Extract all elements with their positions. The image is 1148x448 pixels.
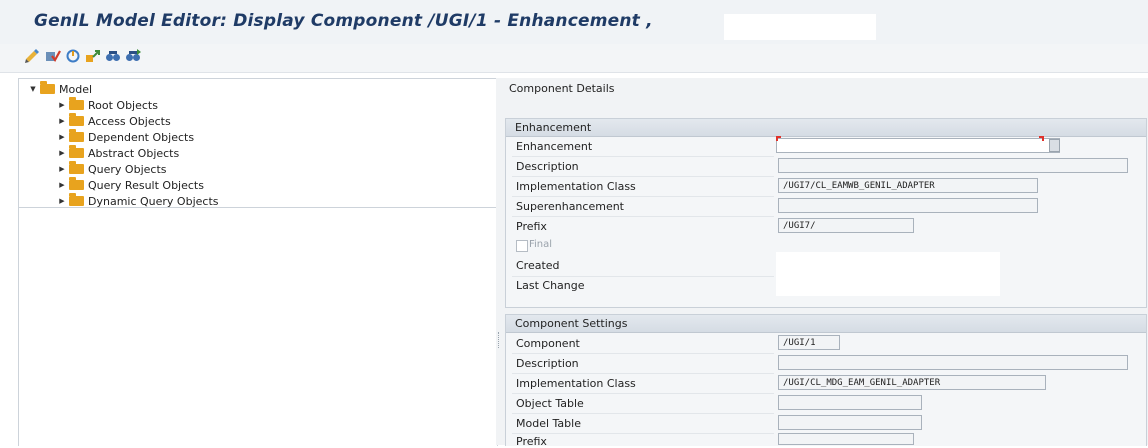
tree-node-label: Model — [59, 82, 93, 96]
collapsed-arrow-icon[interactable]: ▶ — [57, 133, 67, 141]
activate-icon[interactable] — [65, 48, 81, 64]
row-separator — [512, 176, 774, 177]
superenhancement-field[interactable] — [778, 198, 1038, 213]
tree-node-query-objects[interactable]: ▶ Query Objects — [57, 161, 166, 177]
group-title: Enhancement — [506, 119, 1146, 137]
prefix-field[interactable]: /UGI7/ — [778, 218, 914, 233]
folder-icon — [40, 81, 55, 94]
implementation-class-label: Implementation Class — [516, 180, 636, 193]
model-table-field[interactable] — [778, 415, 922, 430]
tree-node-label: Query Objects — [88, 162, 167, 176]
where-used-icon[interactable] — [85, 48, 101, 64]
enhancement-field[interactable] — [776, 138, 1060, 153]
description-label: Description — [516, 160, 579, 173]
tree-node-query-result-objects[interactable]: ▶ Query Result Objects — [57, 177, 204, 193]
check-icon[interactable] — [45, 48, 61, 64]
collapsed-arrow-icon[interactable]: ▶ — [57, 149, 67, 157]
title-redaction — [724, 14, 876, 40]
title-bar: GenIL Model Editor: Display Component /U… — [0, 0, 1148, 44]
settings-description-label: Description — [516, 357, 579, 370]
last-change-label: Last Change — [516, 279, 585, 292]
application-toolbar — [0, 44, 1148, 73]
folder-icon — [69, 177, 84, 190]
value-help-icon[interactable] — [1049, 139, 1060, 152]
collapsed-arrow-icon[interactable]: ▶ — [57, 101, 67, 109]
object-table-field[interactable] — [778, 395, 922, 410]
created-info-redaction — [776, 252, 1000, 296]
tree-node-label: Abstract Objects — [88, 146, 180, 160]
collapsed-arrow-icon[interactable]: ▶ — [57, 197, 67, 205]
component-label: Component — [516, 337, 580, 350]
tree-node-label: Dynamic Query Objects — [88, 194, 219, 208]
settings-implementation-class-field[interactable]: /UGI/CL_MDG_EAM_GENIL_ADAPTER — [778, 375, 1046, 390]
tree-node-root-objects[interactable]: ▶ Root Objects — [57, 97, 158, 113]
display-change-icon[interactable] — [25, 48, 41, 64]
row-separator — [512, 216, 774, 217]
row-separator — [512, 156, 774, 157]
row-separator — [512, 373, 774, 374]
row-separator — [512, 393, 774, 394]
created-label: Created — [516, 259, 560, 272]
required-marker — [1039, 136, 1044, 141]
settings-description-field[interactable] — [778, 355, 1128, 370]
model-tree: ▼ Model ▶ Root Objects ▶ Access Objects … — [19, 79, 497, 208]
row-separator — [512, 353, 774, 354]
find-icon[interactable] — [105, 48, 121, 64]
tree-node-dependent-objects[interactable]: ▶ Dependent Objects — [57, 129, 194, 145]
prefix-label: Prefix — [516, 220, 547, 233]
row-separator — [512, 276, 774, 277]
tree-node-label: Query Result Objects — [88, 178, 204, 192]
tree-node-abstract-objects[interactable]: ▶ Abstract Objects — [57, 145, 179, 161]
final-label: Final — [529, 239, 553, 250]
folder-icon — [69, 193, 84, 206]
tree-node-access-objects[interactable]: ▶ Access Objects — [57, 113, 171, 129]
settings-implementation-class-label: Implementation Class — [516, 377, 636, 390]
folder-icon — [69, 129, 84, 142]
tree-node-model[interactable]: ▼ Model — [28, 81, 92, 97]
tree-node-label: Access Objects — [88, 114, 171, 128]
tree-node-label: Dependent Objects — [88, 130, 195, 144]
model-tree-pane: ▼ Model ▶ Root Objects ▶ Access Objects … — [18, 78, 498, 446]
object-table-label: Object Table — [516, 397, 584, 410]
find-next-icon[interactable] — [125, 48, 141, 64]
implementation-class-field[interactable]: /UGI7/CL_EAMWB_GENIL_ADAPTER — [778, 178, 1038, 193]
required-marker — [776, 136, 781, 141]
collapsed-arrow-icon[interactable]: ▶ — [57, 165, 67, 173]
splitter-grip[interactable] — [498, 332, 501, 348]
tree-node-label: Root Objects — [88, 98, 158, 112]
folder-icon — [69, 113, 84, 126]
component-field[interactable]: /UGI/1 — [778, 335, 840, 350]
row-separator — [512, 196, 774, 197]
pane-splitter[interactable] — [496, 78, 504, 445]
collapsed-arrow-icon[interactable]: ▶ — [57, 117, 67, 125]
row-separator — [512, 413, 774, 414]
settings-prefix-label: Prefix — [516, 435, 547, 448]
folder-icon — [69, 145, 84, 158]
details-heading: Component Details — [509, 82, 615, 95]
folder-icon — [69, 97, 84, 110]
collapsed-arrow-icon[interactable]: ▶ — [57, 181, 67, 189]
enhancement-label: Enhancement — [516, 140, 593, 153]
expanded-arrow-icon[interactable]: ▼ — [28, 85, 38, 93]
description-field[interactable] — [778, 158, 1128, 173]
group-title: Component Settings — [506, 315, 1146, 333]
window-title: GenIL Model Editor: Display Component /U… — [34, 11, 653, 31]
model-table-label: Model Table — [516, 417, 581, 430]
settings-prefix-field[interactable] — [778, 433, 914, 445]
tree-node-dynamic-query-objects[interactable]: ▶ Dynamic Query Objects — [57, 193, 219, 209]
folder-icon — [69, 161, 84, 174]
final-checkbox[interactable] — [516, 240, 528, 252]
row-separator — [512, 433, 774, 434]
superenhancement-label: Superenhancement — [516, 200, 624, 213]
